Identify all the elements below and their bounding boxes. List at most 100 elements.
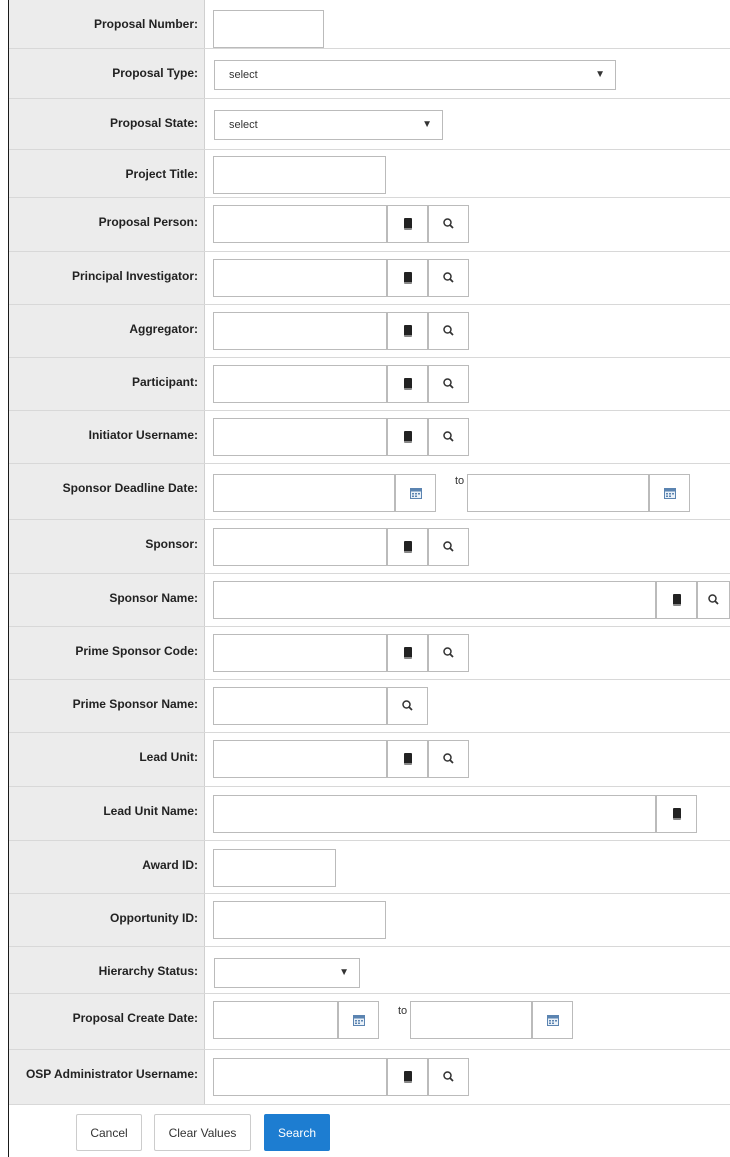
row-sponsor: Sponsor: xyxy=(9,520,730,574)
lookup-button[interactable] xyxy=(428,740,469,778)
project-title-input[interactable] xyxy=(213,156,386,194)
lookup-button[interactable] xyxy=(387,687,428,725)
calendar-icon xyxy=(546,1015,559,1026)
lookup-button[interactable] xyxy=(428,634,469,672)
lookup-button[interactable] xyxy=(428,312,469,350)
proposal-person-label: Proposal Person: xyxy=(9,198,205,251)
directory-button[interactable] xyxy=(656,581,697,619)
lookup-button[interactable] xyxy=(428,528,469,566)
directory-button[interactable] xyxy=(387,740,428,778)
proposal-create-from-input[interactable] xyxy=(213,1001,338,1039)
sponsor-name-label: Sponsor Name: xyxy=(9,574,205,626)
lead-unit-input[interactable] xyxy=(213,740,387,778)
lookup-button[interactable] xyxy=(428,205,469,243)
proposal-person-input[interactable] xyxy=(213,205,387,243)
date-picker-button[interactable] xyxy=(338,1001,379,1039)
row-sponsor-deadline-date: Sponsor Deadline Date: to xyxy=(9,464,730,520)
search-icon xyxy=(442,753,454,764)
sponsor-input[interactable] xyxy=(213,528,387,566)
row-award-id: Award ID: xyxy=(9,841,730,894)
hierarchy-status-select[interactable]: ▼ xyxy=(214,958,360,988)
search-icon xyxy=(442,272,454,283)
sponsor-deadline-to-input[interactable] xyxy=(467,474,649,512)
prime-sponsor-code-input[interactable] xyxy=(213,634,387,672)
opportunity-id-input[interactable] xyxy=(213,901,386,939)
lookup-button[interactable] xyxy=(428,418,469,456)
search-icon xyxy=(442,325,454,336)
proposal-state-select[interactable]: select ▼ xyxy=(214,110,443,140)
row-lead-unit-name: Lead Unit Name: xyxy=(9,787,730,841)
row-aggregator: Aggregator: xyxy=(9,305,730,358)
hierarchy-status-label: Hierarchy Status: xyxy=(9,947,205,993)
directory-button[interactable] xyxy=(387,528,428,566)
lead-unit-name-label: Lead Unit Name: xyxy=(9,787,205,840)
proposal-number-label: Proposal Number: xyxy=(9,0,205,48)
osp-admin-username-input[interactable] xyxy=(213,1058,387,1096)
directory-button[interactable] xyxy=(387,205,428,243)
principal-investigator-label: Principal Investigator: xyxy=(9,252,205,304)
award-id-input[interactable] xyxy=(213,849,336,887)
sponsor-deadline-from-input[interactable] xyxy=(213,474,395,512)
book-icon xyxy=(403,272,412,284)
proposal-state-value: select xyxy=(229,119,258,131)
dropdown-arrow-icon: ▼ xyxy=(595,69,605,80)
aggregator-input[interactable] xyxy=(213,312,387,350)
aggregator-label: Aggregator: xyxy=(9,305,205,357)
participant-input[interactable] xyxy=(213,365,387,403)
directory-button[interactable] xyxy=(656,795,697,833)
lookup-button[interactable] xyxy=(697,581,730,619)
book-icon xyxy=(672,808,681,820)
row-opportunity-id: Opportunity ID: xyxy=(9,894,730,947)
row-sponsor-name: Sponsor Name: xyxy=(9,574,730,627)
date-picker-button[interactable] xyxy=(532,1001,573,1039)
lead-unit-name-input[interactable] xyxy=(213,795,656,833)
lead-unit-label: Lead Unit: xyxy=(9,733,205,786)
proposal-type-label: Proposal Type: xyxy=(9,49,205,98)
book-icon xyxy=(403,218,412,230)
lookup-button[interactable] xyxy=(428,365,469,403)
directory-button[interactable] xyxy=(387,1058,428,1096)
book-icon xyxy=(403,378,412,390)
dropdown-arrow-icon: ▼ xyxy=(422,119,432,130)
prime-sponsor-code-label: Prime Sponsor Code: xyxy=(9,627,205,679)
search-icon xyxy=(401,700,413,711)
directory-button[interactable] xyxy=(387,365,428,403)
cancel-button[interactable]: Cancel xyxy=(76,1114,142,1151)
book-icon xyxy=(403,753,412,765)
search-icon xyxy=(442,218,454,229)
opportunity-id-label: Opportunity ID: xyxy=(9,894,205,946)
proposal-create-date-label: Proposal Create Date: xyxy=(9,994,205,1049)
sponsor-name-input[interactable] xyxy=(213,581,656,619)
search-icon xyxy=(707,594,719,605)
proposal-number-input[interactable] xyxy=(213,10,324,48)
calendar-icon xyxy=(352,1015,365,1026)
principal-investigator-input[interactable] xyxy=(213,259,387,297)
book-icon xyxy=(403,325,412,337)
range-to-label: to xyxy=(455,475,465,487)
sponsor-label: Sponsor: xyxy=(9,520,205,573)
row-initiator-username: Initiator Username: xyxy=(9,411,730,464)
initiator-username-input[interactable] xyxy=(213,418,387,456)
row-proposal-type: Proposal Type: select ▼ xyxy=(9,49,730,99)
proposal-create-to-input[interactable] xyxy=(410,1001,532,1039)
directory-button[interactable] xyxy=(387,634,428,672)
range-to-label: to xyxy=(398,1005,408,1017)
directory-button[interactable] xyxy=(387,418,428,456)
row-proposal-state: Proposal State: select ▼ xyxy=(9,99,730,150)
search-button[interactable]: Search xyxy=(264,1114,330,1151)
directory-button[interactable] xyxy=(387,259,428,297)
sponsor-deadline-date-label: Sponsor Deadline Date: xyxy=(9,464,205,519)
directory-button[interactable] xyxy=(387,312,428,350)
lookup-button[interactable] xyxy=(428,1058,469,1096)
book-icon xyxy=(403,431,412,443)
calendar-icon xyxy=(409,488,422,499)
lookup-button[interactable] xyxy=(428,259,469,297)
row-osp-admin-username: OSP Administrator Username: xyxy=(9,1050,730,1105)
prime-sponsor-name-input[interactable] xyxy=(213,687,387,725)
proposal-type-select[interactable]: select ▼ xyxy=(214,60,616,90)
clear-values-button[interactable]: Clear Values xyxy=(154,1114,251,1151)
date-picker-button[interactable] xyxy=(395,474,436,512)
date-picker-button[interactable] xyxy=(649,474,690,512)
row-project-title: Project Title: xyxy=(9,150,730,198)
project-title-label: Project Title: xyxy=(9,150,205,197)
